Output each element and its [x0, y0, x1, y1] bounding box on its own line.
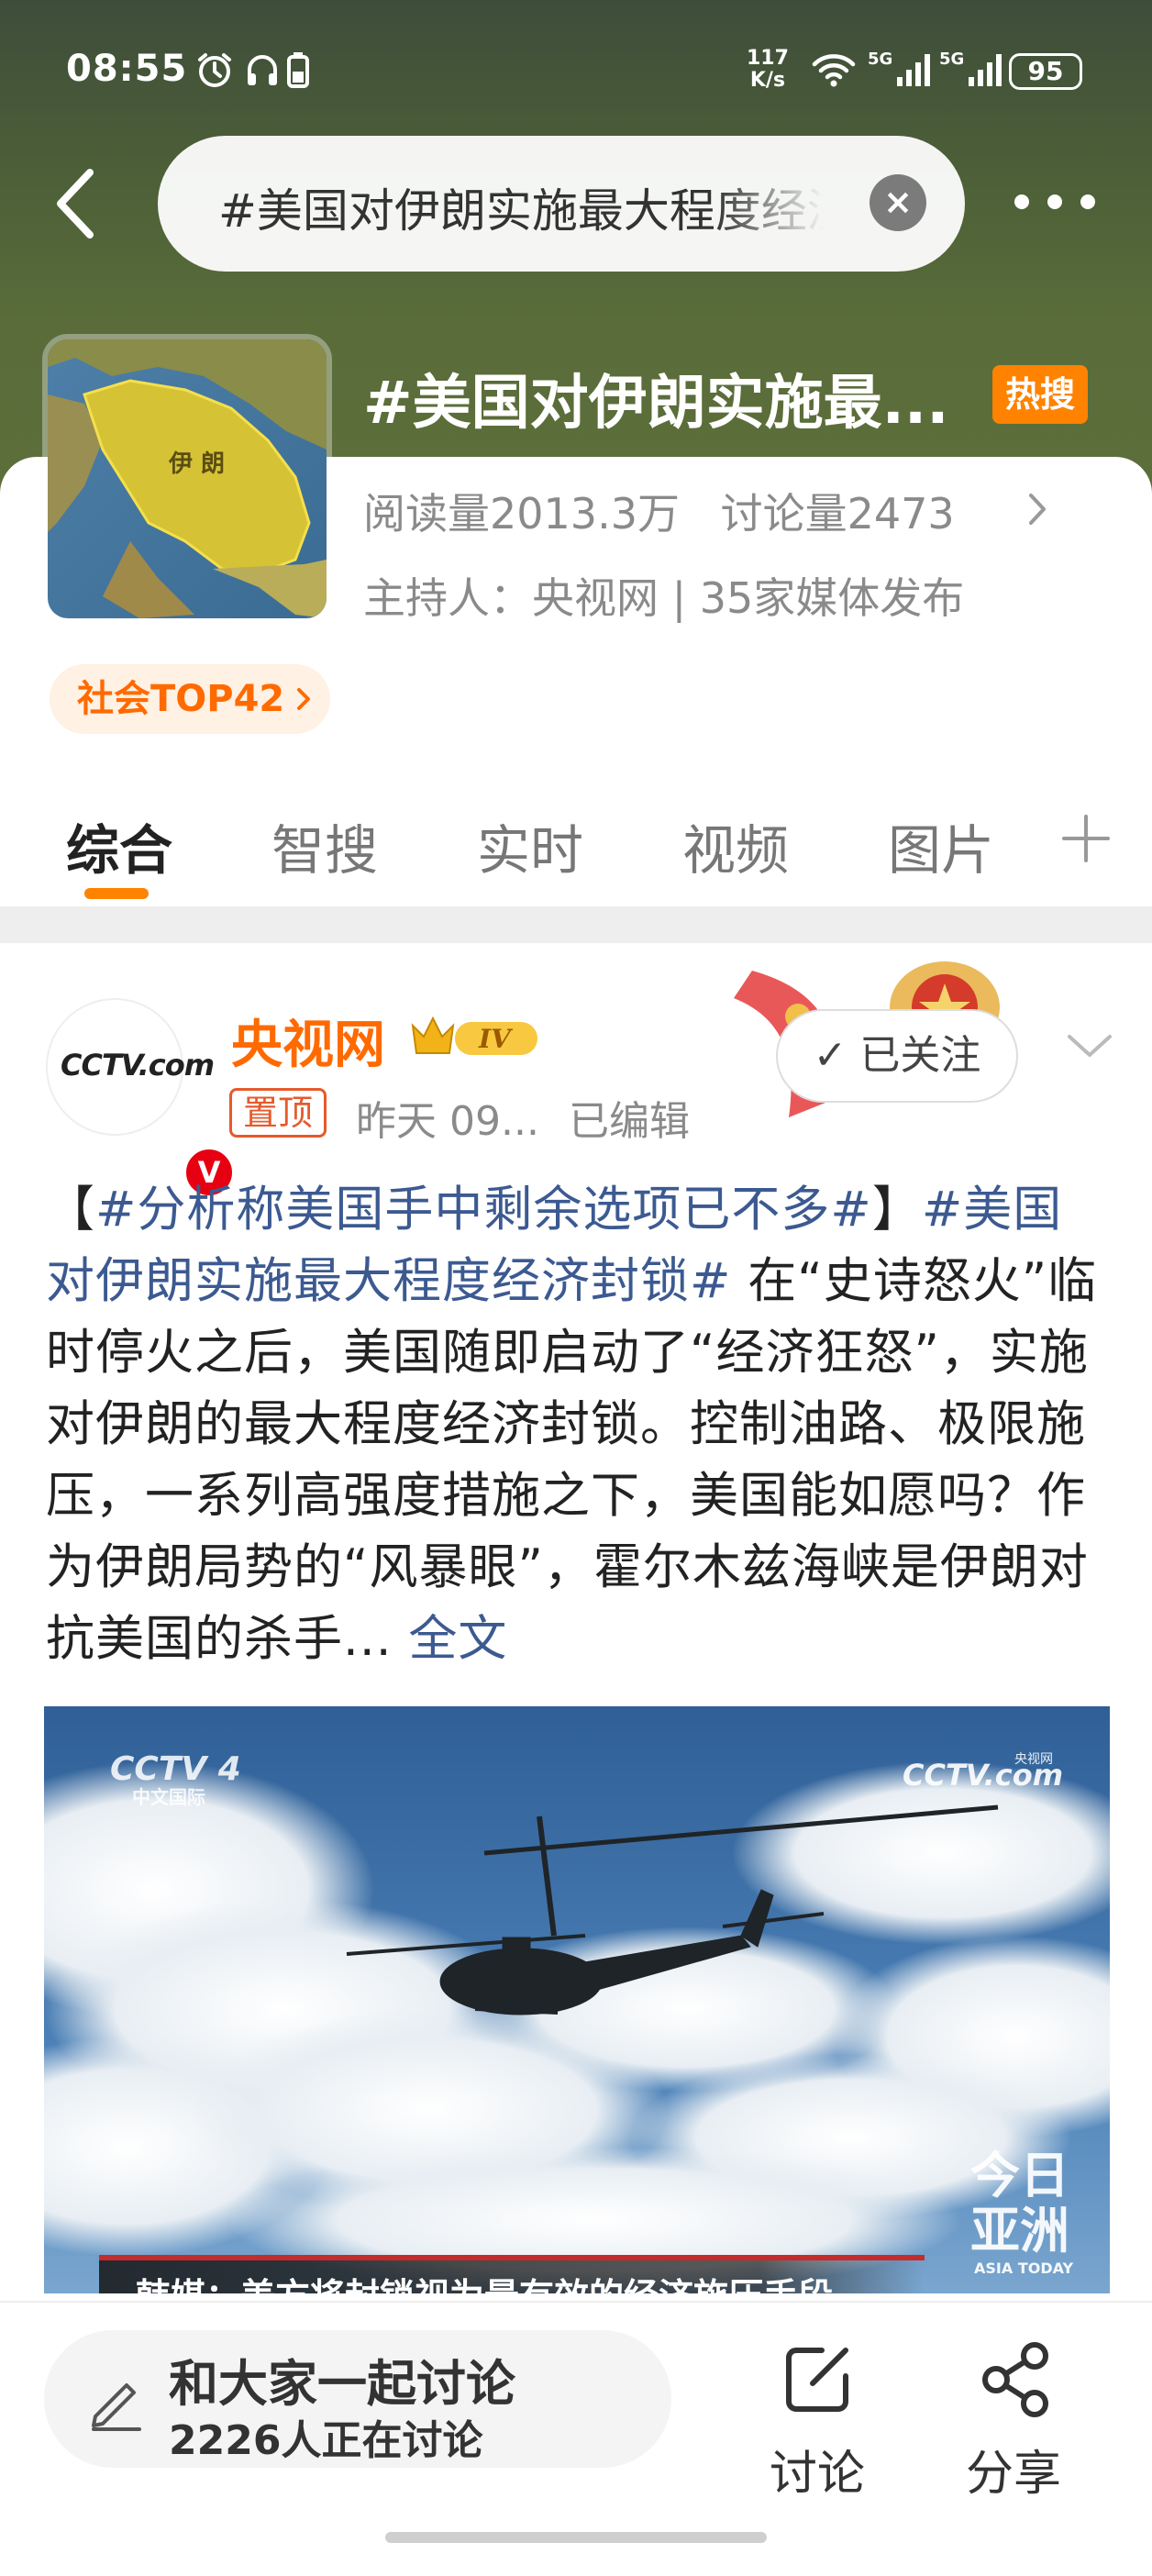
tab-video[interactable]: 视频 — [682, 807, 789, 884]
channel-watermark-sub: 中文国际 — [132, 1786, 205, 1808]
member-crown-badge[interactable]: IV — [407, 1009, 545, 1066]
avatar-logo: CCTV.com — [61, 1048, 215, 1083]
active-tab-indicator — [84, 888, 149, 899]
topic-stats[interactable]: 阅读量2013.3万 讨论量2473 — [363, 481, 982, 541]
avatar[interactable]: CCTV.com V — [46, 998, 237, 1200]
discussion-input[interactable]: 和大家一起讨论 2226人正在讨论 — [44, 2330, 671, 2468]
tab-bar: 综合 智搜 实时 视频 图片 — [0, 787, 1152, 906]
plus-icon[interactable] — [1060, 813, 1112, 864]
program-logo-line2: 亚洲 — [970, 2202, 1069, 2260]
headphones-icon — [248, 55, 277, 85]
hashtag-link[interactable]: #分析称美国手中剩余选项已不多# — [95, 1182, 872, 1238]
author-name[interactable]: 央视网 — [231, 1004, 385, 1078]
wifi-icon — [812, 54, 856, 87]
follow-button[interactable]: ✓ 已关注 — [776, 1009, 1018, 1103]
pinned-tag: 置顶 — [229, 1088, 327, 1138]
discussion-prompt: 和大家一起讨论 — [169, 2355, 515, 2413]
map-label: 伊 朗 — [168, 450, 225, 478]
program-logo-line1: 今日 — [970, 2147, 1069, 2204]
battery-saver-icon — [287, 52, 309, 88]
cctv-watermark-sub: 央视网 — [1014, 1752, 1053, 1767]
clear-search-icon[interactable]: × — [870, 174, 926, 231]
chevron-right-icon[interactable] — [1024, 488, 1051, 530]
tab-smart-search[interactable]: 智搜 — [271, 807, 378, 884]
bracket-close: 】 — [871, 1182, 922, 1238]
search-input[interactable]: #美国对伊朗实施最大程度经济封锁# — [218, 174, 824, 235]
tab-images[interactable]: 图片 — [888, 807, 994, 884]
signal-1-label: 5G — [868, 50, 893, 69]
helicopter-video-frame: CCTV 4 中文国际 CCTV.com 央视网 今日 亚洲 ASIA TODA… — [44, 1706, 1110, 2293]
signal-icon-2 — [969, 54, 1002, 86]
chevron-right-icon — [297, 688, 311, 710]
rank-tag-label: 社会TOP42 — [77, 678, 285, 720]
status-bar: 08:55 117 K/s 5G 5G 95 — [0, 37, 1152, 110]
comment-label: 讨论 — [769, 2447, 865, 2502]
home-indicator[interactable] — [385, 2532, 767, 2543]
edited-label[interactable]: 已编辑 — [569, 1088, 690, 1147]
iran-map-image: 伊 朗 — [48, 339, 327, 618]
post-body: 【#分析称美国手中剩余选项已不多#】#美国对伊朗实施最大程度经济封锁# 在“史诗… — [46, 1174, 1110, 1675]
post-time: 昨天 09... — [356, 1098, 539, 1145]
alarm-icon — [198, 53, 231, 87]
post-card[interactable]: CCTV.com V 央视网 IV 置顶 昨天 09... 已编辑 ✓ 已关注 … — [0, 943, 1152, 2301]
status-time: 08:55 — [66, 48, 188, 90]
more-options-icon[interactable] — [1009, 180, 1101, 226]
expand-full-text-link[interactable]: 全文 — [393, 1611, 508, 1667]
hot-search-badge: 热搜 — [992, 365, 1088, 424]
follow-label: 已关注 — [859, 1032, 981, 1079]
topic-host[interactable]: 主持人：央视网 | 35家媒体发布 — [363, 565, 964, 626]
video-caption: 韩媒：美方将封锁视为最有效的经济施压手段 — [99, 2255, 925, 2293]
back-icon[interactable] — [48, 165, 106, 242]
member-level: IV — [478, 1024, 514, 1054]
signal-icon — [897, 54, 930, 86]
comment-button[interactable]: 讨论 — [748, 2330, 886, 2514]
program-logo-sub: ASIA TODAY — [974, 2260, 1073, 2277]
topic-thumbnail: 伊 朗 — [42, 334, 332, 624]
net-speed-unit: K/s — [749, 69, 786, 92]
post-text: 在“史诗怒火”临时停火之后，美国随即启动了“经济狂怒”，实施对伊朗的最大程度经济… — [46, 1253, 1098, 1667]
channel-watermark: CCTV 4 — [110, 1750, 241, 1788]
bottom-action-bar: 和大家一起讨论 2226人正在讨论 讨论 分享 — [0, 2301, 1152, 2576]
topic-header: 08:55 117 K/s 5G 5G 95 #美国对伊朗实施最大程度经 × 伊… — [0, 0, 1152, 624]
bracket-open: 【 — [46, 1182, 95, 1238]
share-label: 分享 — [965, 2447, 1061, 2502]
section-divider — [0, 906, 1152, 943]
rank-tag[interactable]: 社会TOP42 — [50, 664, 331, 734]
signal-2-label: 5G — [939, 50, 965, 69]
compose-icon — [786, 2348, 848, 2412]
chevron-down-icon[interactable] — [1064, 1029, 1115, 1062]
post-video[interactable]: CCTV 4 中文国际 CCTV.com 央视网 今日 亚洲 ASIA TODA… — [44, 1706, 1110, 2293]
discussion-count: 讨论量2473 — [720, 489, 955, 539]
share-icon — [982, 2342, 1048, 2417]
share-button[interactable]: 分享 — [945, 2330, 1082, 2514]
net-speed-value: 117 — [747, 47, 789, 70]
read-count: 阅读量2013.3万 — [363, 489, 680, 539]
discussion-count-label: 2226人正在讨论 — [169, 2417, 483, 2464]
tab-comprehensive[interactable]: 综合 — [66, 807, 172, 884]
tab-realtime[interactable]: 实时 — [477, 807, 583, 884]
search-bar[interactable]: #美国对伊朗实施最大程度经济封锁# × — [158, 136, 965, 272]
topic-title: #美国对伊朗实施最... — [363, 370, 949, 438]
battery-icon: 95 — [1009, 53, 1082, 90]
net-speed: 117 K/s — [747, 48, 789, 92]
pencil-icon — [92, 2383, 141, 2431]
